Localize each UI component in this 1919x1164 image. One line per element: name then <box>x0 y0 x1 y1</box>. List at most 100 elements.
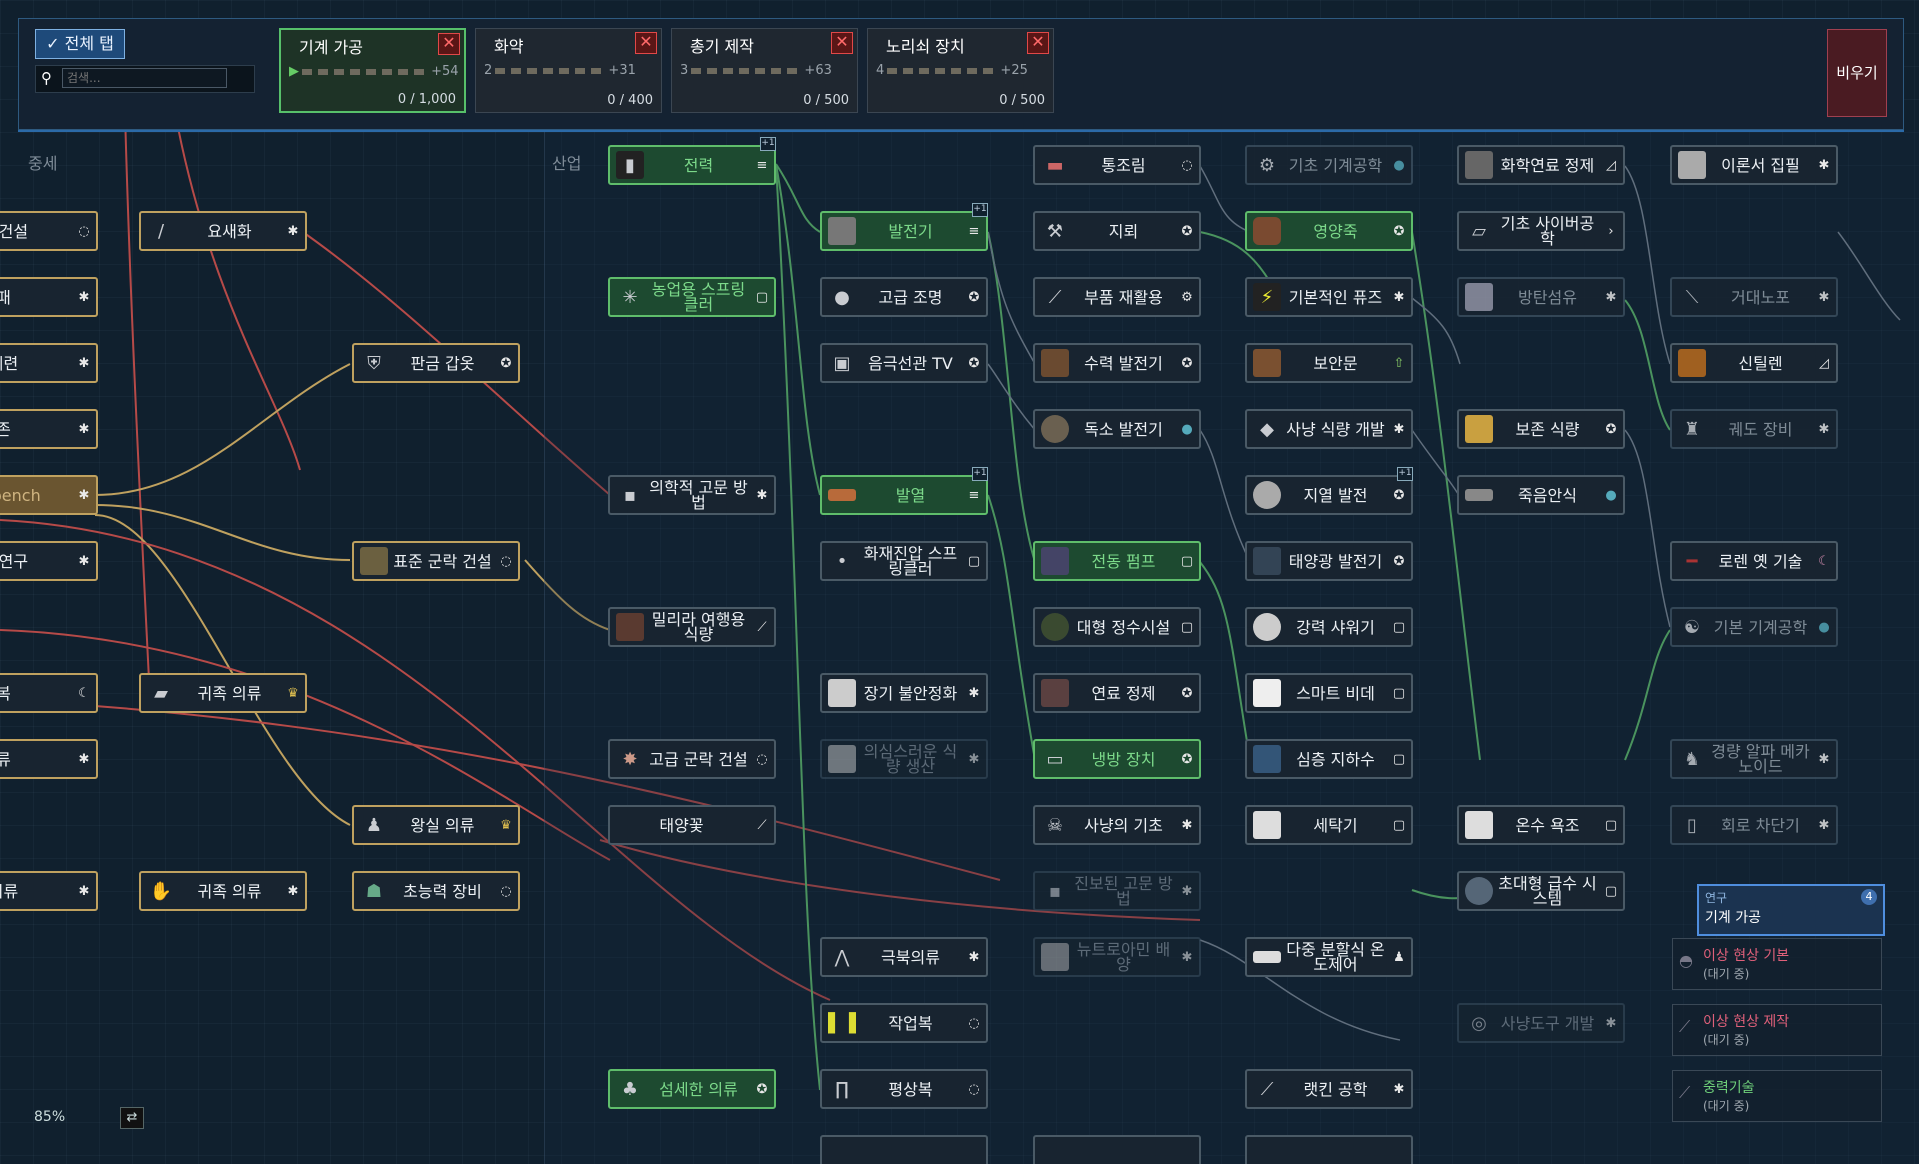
queued-research-item[interactable]: ◓ 이상 현상 기본 (대기 중) <box>1672 938 1882 990</box>
queue-card[interactable]: 화약 ✕ 2 +31 0 / 400 <box>475 28 662 113</box>
research-node[interactable]: ▰ 귀족 의류 ♛ <box>139 673 307 713</box>
status-icon: ◌ <box>500 553 512 569</box>
research-node[interactable]: ▌▐ 작업복 ◌ <box>820 1003 988 1043</box>
research-node[interactable]: 복 ☾ <box>0 673 98 713</box>
research-node[interactable]: 제련✱ <box>0 343 98 383</box>
research-node[interactable]: ∏ 평상복 ◌ <box>820 1069 988 1109</box>
research-node[interactable]: / 요새화 ✱ <box>139 211 307 251</box>
research-node[interactable]: ◎ 사냥도구 개발 ✱ <box>1457 1003 1625 1043</box>
research-node[interactable]: ⟋ 랫킨 공학 ✱ <box>1245 1069 1413 1109</box>
research-node[interactable]: ✋ 귀족 의류 ✱ <box>139 871 307 911</box>
queued-research-item[interactable]: ⟋ 중력기술 (대기 중) <box>1672 1070 1882 1122</box>
research-node[interactable]: ☗ 초능력 장비 ◌ <box>352 871 520 911</box>
research-node[interactable]: 지열 발전 ✪ +1 <box>1245 467 1413 515</box>
research-node[interactable]: 스마트 비데 ▢ <box>1245 673 1413 713</box>
research-node[interactable]: ☠ 사냥의 기초 ✱ <box>1033 805 1201 845</box>
research-node[interactable]: • 화재진압 스프링클러 ▢ <box>820 541 988 581</box>
close-icon[interactable]: ✕ <box>1027 32 1049 54</box>
queue-progress: 0 / 400 <box>607 93 653 108</box>
swap-icon[interactable]: ⇄ <box>120 1107 144 1129</box>
status-icon: ✱ <box>1181 949 1193 965</box>
research-node[interactable] <box>1245 1135 1413 1164</box>
research-node[interactable]: ♞ 경량 알파 메카노이드 ✱ <box>1670 739 1838 779</box>
research-node[interactable]: ▪ 진보된 고문 방법 ✱ <box>1033 871 1201 911</box>
research-node[interactable]: 영양죽 ✪ <box>1245 211 1413 251</box>
research-node[interactable]: 보존 식량 ✪ <box>1457 409 1625 449</box>
research-node[interactable]: 표준 군락 건설 ◌ <box>352 541 520 581</box>
queue-items: 3 +63 <box>680 63 832 78</box>
all-tabs-toggle[interactable]: ✓ 전체 탭 <box>35 29 125 59</box>
research-node[interactable]: ✳ 농업용 스프링클러 ▢ <box>608 277 776 317</box>
research-node[interactable]: 화학연료 정제 ◿ <box>1457 145 1625 185</box>
research-node[interactable]: ⚒ 지뢰 ✪ <box>1033 211 1201 251</box>
research-node[interactable]: 전동 펌프 ▢ <box>1033 541 1201 581</box>
research-node[interactable]: 의심스러운 식량 생산 ✱ <box>820 739 988 779</box>
research-node[interactable]: 뉴트로아민 배양 ✱ <box>1033 937 1201 977</box>
research-node[interactable]: 발전기 ≡ +1 <box>820 203 988 251</box>
close-icon[interactable]: ✕ <box>831 32 853 54</box>
research-node[interactable]: ☯ 기본 기계공학 ● <box>1670 607 1838 647</box>
queued-research-item[interactable]: ⟋ 이상 현상 제작 (대기 중) <box>1672 1004 1882 1056</box>
research-node[interactable]: 강력 샤워기 ▢ <box>1245 607 1413 647</box>
research-node[interactable]: ━ 로렌 옛 기술 ☾ <box>1670 541 1838 581</box>
research-node[interactable]: 초대형 급수 시스템 ▢ <box>1457 871 1625 911</box>
research-node[interactable]: 죽음안식 ● <box>1457 475 1625 515</box>
research-node[interactable]: 대형 정수시설 ▢ <box>1033 607 1201 647</box>
research-node[interactable]: 수력 발전기 ✪ <box>1033 343 1201 383</box>
research-node[interactable]: ▪ 의학적 고문 방법 ✱ <box>608 475 776 515</box>
research-node[interactable]: 온수 욕조 ▢ <box>1457 805 1625 845</box>
research-node[interactable]: ⛨ 판금 갑옷 ✪ <box>352 343 520 383</box>
research-node[interactable]: ⚙ 기초 기계공학 ● <box>1245 145 1413 185</box>
research-node[interactable]: 독소 발전기 ● <box>1033 409 1201 449</box>
research-node[interactable]: ▬ 통조림 ◌ <box>1033 145 1201 185</box>
research-node[interactable]: ⟋ 부품 재활용 ⚙ <box>1033 277 1201 317</box>
research-node[interactable]: 심층 지하수 ▢ <box>1245 739 1413 779</box>
research-node[interactable]: 연료 정제 ✪ <box>1033 673 1201 713</box>
research-node[interactable]: 락 건설◌ <box>0 211 98 251</box>
research-node[interactable]: 석 연구✱ <box>0 541 98 581</box>
research-node[interactable]: ng bench✱ <box>0 475 98 515</box>
research-node[interactable]: ▱ 기초 사이버공학 › <box>1457 211 1625 251</box>
research-node[interactable]: ▣ 음극선관 TV ✪ <box>820 343 988 383</box>
research-node[interactable] <box>1033 1135 1201 1164</box>
research-node[interactable]: ♣ 섬세한 의류 ✪ <box>608 1069 776 1109</box>
generator-icon <box>828 217 856 245</box>
research-node[interactable]: 류 ✱ <box>0 739 98 779</box>
colony-icon: ✸ <box>622 748 638 770</box>
research-node[interactable]: ▭ 냉방 장치 ✪ <box>1033 739 1201 779</box>
search-input[interactable] <box>62 68 227 88</box>
research-node[interactable]: 밀리라 여행용 식량 ⟋ <box>608 607 776 647</box>
queue-card[interactable]: 총기 제작 ✕ 3 +63 0 / 500 <box>671 28 858 113</box>
close-icon[interactable]: ✕ <box>635 32 657 54</box>
research-node[interactable]: 태양꽃 ⟋ <box>608 805 776 845</box>
research-node[interactable]: 장기 불안정화 ✱ <box>820 673 988 713</box>
research-node[interactable]: 패 ✱ <box>0 277 98 317</box>
queue-title: 화약 <box>494 37 524 56</box>
queue-card[interactable]: 기계 가공 ✕ ▶ +54 0 / 1,000 <box>279 28 466 113</box>
research-node[interactable]: 존 ✱ <box>0 409 98 449</box>
research-node[interactable]: 의류✱ <box>0 871 98 911</box>
research-tree-canvas[interactable]: 중세 산업 락 건설◌ 패✱ 제련✱ 존✱ ng bench✱ 석 연구✱ 복☾… <box>0 0 1919 1164</box>
research-node[interactable]: ● 고급 조명 ✪ <box>820 277 988 317</box>
close-icon[interactable]: ✕ <box>438 33 460 55</box>
research-node[interactable]: 보안문 ⇧ <box>1245 343 1413 383</box>
research-node[interactable]: 방탄섬유 ✱ <box>1457 277 1625 317</box>
research-node[interactable]: ♜ 궤도 장비 ✱ <box>1670 409 1838 449</box>
research-node[interactable]: ⚡ 기본적인 퓨즈 ✱ <box>1245 277 1413 317</box>
research-node[interactable]: 신틸렌 ◿ <box>1670 343 1838 383</box>
research-node[interactable]: 태양광 발전기 ✪ <box>1245 541 1413 581</box>
research-node[interactable]: ⋀ 극북의류 ✱ <box>820 937 988 977</box>
research-node[interactable]: ◆ 사냥 식량 개발 ✱ <box>1245 409 1413 449</box>
research-node[interactable]: ▮ 전력 ≡ +1 <box>608 137 776 185</box>
research-node[interactable]: ♟ 왕실 의류 ♛ <box>352 805 520 845</box>
research-node[interactable]: 발열 ≡ +1 <box>820 467 988 515</box>
clear-queue-button[interactable]: 비우기 <box>1827 29 1887 117</box>
research-node[interactable] <box>820 1135 988 1164</box>
research-node[interactable]: 세탁기 ▢ <box>1245 805 1413 845</box>
research-node[interactable]: ✸ 고급 군락 건설 ◌ <box>608 739 776 779</box>
queue-card[interactable]: 노리쇠 장치 ✕ 4 +25 0 / 500 <box>867 28 1054 113</box>
research-node[interactable]: 이론서 집필 ✱ <box>1670 145 1838 185</box>
research-node[interactable]: ▯ 회로 차단기 ✱ <box>1670 805 1838 845</box>
research-node[interactable]: ⟍ 거대노포 ✱ <box>1670 277 1838 317</box>
research-node[interactable]: 다중 분할식 온도제어 ♟ <box>1245 937 1413 977</box>
